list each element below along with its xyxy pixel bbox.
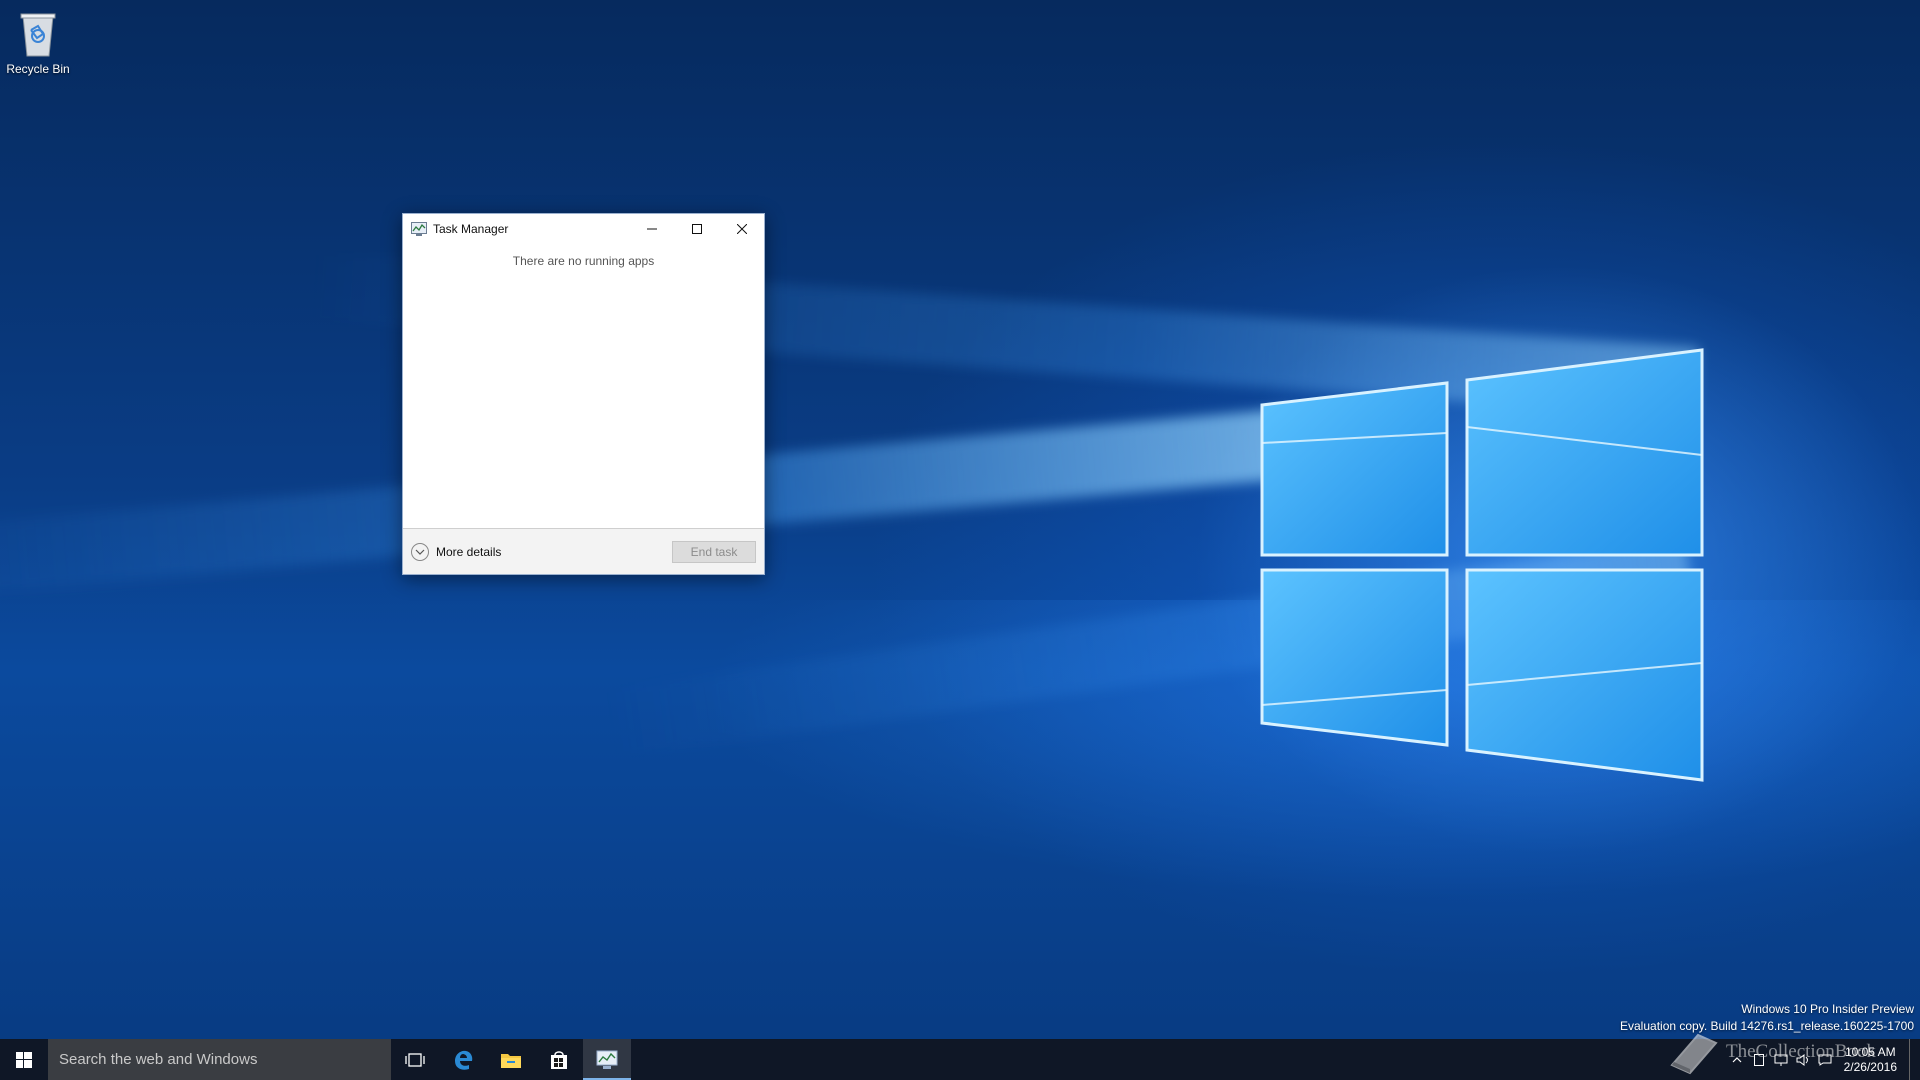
end-task-button[interactable]: End task [672,540,756,563]
windows-logo-wallpaper [1260,345,1712,785]
more-details-button[interactable]: More details [411,542,502,561]
task-manager-icon [596,1050,618,1069]
empty-message: There are no running apps [512,254,655,268]
watermark-edition: Windows 10 Pro Insider Preview [1741,1002,1914,1016]
window-title: Task Manager [433,222,509,236]
taskbar-task-manager[interactable] [583,1039,631,1080]
maximize-button[interactable] [674,214,719,244]
close-button[interactable] [719,214,764,244]
more-details-label: More details [436,544,502,559]
chevron-down-icon [411,542,429,561]
taskbar: Search the web and Windows 10:05 AM 2/26… [0,1039,1920,1080]
recycle-bin-icon [17,8,59,58]
file-explorer-icon [501,1053,521,1068]
taskbar-edge[interactable] [439,1039,487,1080]
task-manager-window[interactable]: Task Manager There are no running apps M… [402,213,765,575]
show-desktop-button[interactable] [1909,1039,1914,1080]
edge-icon [455,1050,473,1070]
minimize-icon [646,228,657,230]
start-button[interactable] [0,1039,48,1080]
task-view-icon [405,1052,425,1067]
task-view-button[interactable] [391,1039,439,1080]
site-logo-overlay: TheCollectionBook [1668,1029,1876,1075]
close-icon [736,224,747,234]
book-logo-icon [1670,1033,1718,1075]
store-icon [551,1050,567,1069]
minimize-button[interactable] [629,214,674,244]
search-box[interactable]: Search the web and Windows [48,1039,391,1080]
start-icon [16,1051,32,1068]
task-manager-icon [411,222,427,236]
search-placeholder: Search the web and Windows [59,1051,258,1068]
desktop-icon-recycle-bin[interactable]: Recycle Bin [4,8,72,76]
site-logo-text: TheCollectionBook [1726,1041,1876,1062]
taskbar-store[interactable] [535,1039,583,1080]
window-footer: More details End task [403,528,764,574]
app-list: There are no running apps [403,244,764,529]
title-bar[interactable]: Task Manager [403,214,764,244]
desktop: Recycle Bin Task Manager There are no ru… [0,0,1920,1039]
recycle-bin-label: Recycle Bin [6,62,70,76]
taskbar-file-explorer[interactable] [487,1039,535,1080]
maximize-icon [691,224,702,234]
